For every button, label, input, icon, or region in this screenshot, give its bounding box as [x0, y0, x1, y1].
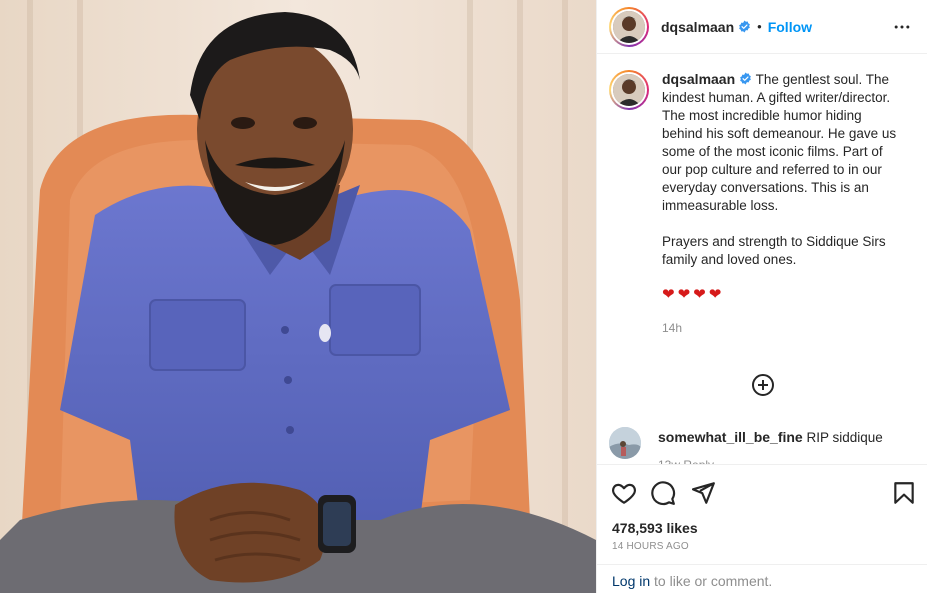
heart-emoji-icon: ❤	[693, 286, 706, 303]
heart-emoji-icon: ❤	[708, 286, 722, 303]
comment-item: somewhat_ill_be_fine RIP siddique 13w Re…	[609, 427, 919, 464]
avatar-image	[613, 10, 645, 43]
post-side-panel: dqsalmaan • Follow dqsalmaan The gentles…	[596, 0, 927, 593]
caption-text-2: Prayers and strength to Siddique Sirs fa…	[662, 234, 886, 267]
bookmark-icon[interactable]	[891, 480, 917, 506]
post-photo	[0, 0, 596, 593]
follow-button[interactable]: Follow	[768, 19, 812, 35]
caption-avatar[interactable]	[609, 70, 649, 110]
post-actions: 478,593 likes 14 HOURS AGO Log in to lik…	[597, 464, 927, 593]
verified-badge-icon	[739, 20, 751, 33]
avatar[interactable]	[609, 6, 649, 47]
login-prompt-text: to like or comment.	[650, 573, 773, 589]
more-options-icon[interactable]	[892, 17, 912, 37]
post-header: dqsalmaan • Follow	[597, 0, 927, 54]
login-link[interactable]: Log in	[612, 573, 650, 589]
heart-emoji-icon: ❤	[662, 286, 675, 303]
login-prompt: Log in to like or comment.	[597, 564, 927, 593]
paper-plane-icon[interactable]	[690, 480, 716, 506]
heart-icon[interactable]	[611, 480, 637, 506]
header-username[interactable]: dqsalmaan	[661, 19, 734, 35]
post-image[interactable]	[0, 0, 596, 593]
caption-timestamp[interactable]: 14h	[662, 319, 902, 337]
comment-avatar[interactable]	[609, 427, 641, 459]
comment-username[interactable]: somewhat_ill_be_fine	[658, 429, 803, 445]
comment-bubble-icon[interactable]	[650, 480, 676, 506]
separator-dot: •	[757, 19, 762, 34]
hearts-emoji-row: ❤ ❤ ❤ ❤	[662, 287, 902, 303]
caption-body: dqsalmaan The gentlest soul. The kindest…	[662, 70, 902, 337]
plus-circle-icon[interactable]	[751, 373, 775, 397]
likes-count[interactable]: 478,593 likes	[612, 520, 698, 536]
comments-area[interactable]: dqsalmaan The gentlest soul. The kindest…	[597, 55, 927, 464]
post-timestamp[interactable]: 14 HOURS AGO	[612, 541, 689, 552]
heart-emoji-icon: ❤	[677, 286, 691, 303]
verified-badge-icon	[740, 72, 752, 85]
comment-text: RIP siddique	[806, 430, 883, 445]
caption-avatar-image	[613, 74, 645, 106]
post-caption: dqsalmaan The gentlest soul. The kindest…	[609, 70, 919, 337]
caption-username[interactable]: dqsalmaan	[662, 71, 735, 87]
comment-meta[interactable]: 13w Reply	[658, 456, 883, 464]
caption-text: The gentlest soul. The kindest human. A …	[662, 72, 897, 213]
